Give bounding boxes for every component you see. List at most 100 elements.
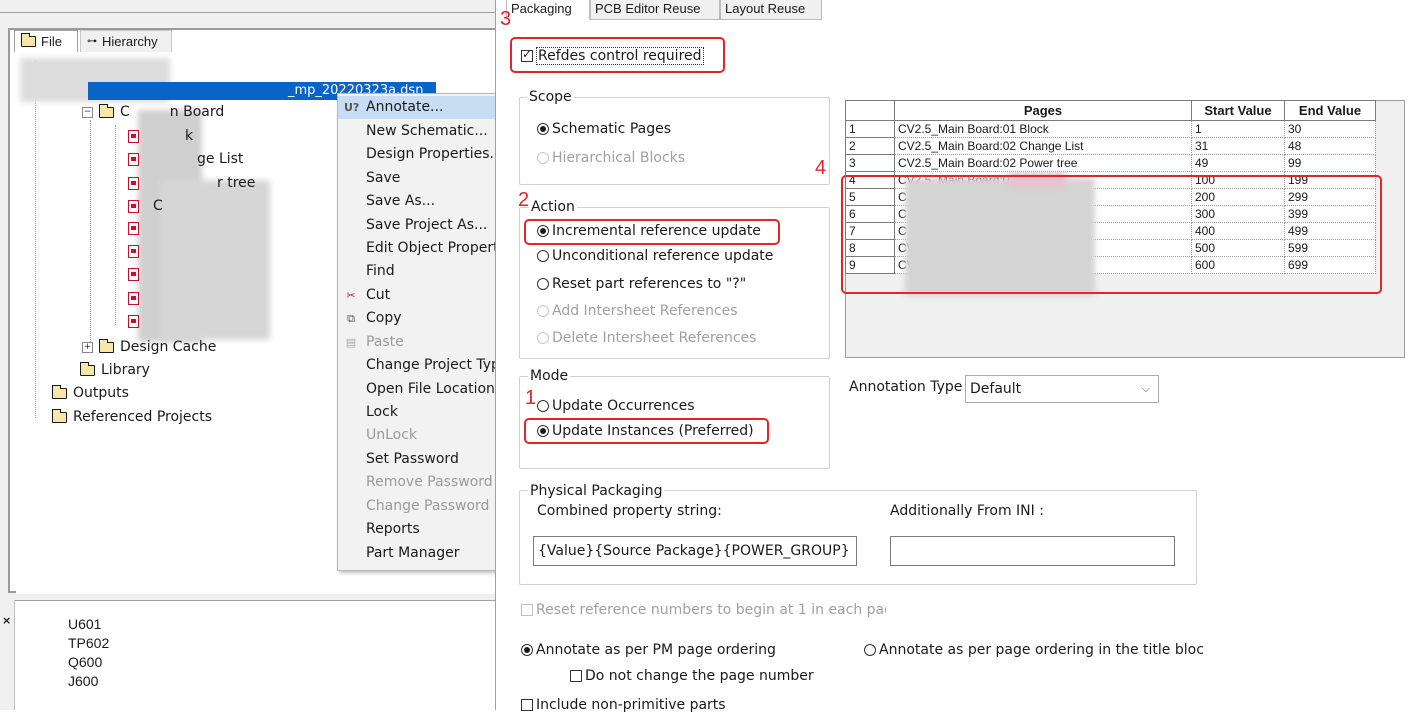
- combined-property-label: Combined property string:: [537, 503, 722, 519]
- menu-copy[interactable]: ⧉ Copy: [338, 307, 496, 330]
- menu-remove-password[interactable]: Remove Password: [338, 471, 496, 494]
- schematic-page-icon: [128, 129, 139, 143]
- include-nonprimitive-checkbox[interactable]: Include non-primitive parts: [521, 697, 726, 713]
- page-cell[interactable]: CV2.5_Main Board:02 Change List: [894, 137, 1192, 155]
- radio-reset-references[interactable]: Reset part references to "?": [537, 276, 746, 292]
- tree-page-node[interactable]: r tree: [128, 175, 255, 191]
- radio-pm-ordering[interactable]: Annotate as per PM page ordering: [521, 642, 776, 658]
- radio-dot[interactable]: [537, 123, 549, 135]
- physical-packaging-title: Physical Packaging: [528, 483, 665, 499]
- radio-dot[interactable]: [521, 644, 533, 656]
- tree-page-node[interactable]: [128, 245, 139, 258]
- annotation-type-select[interactable]: Default ⌵: [965, 375, 1159, 403]
- header-cell-pages[interactable]: Pages: [894, 100, 1192, 121]
- chevron-down-icon: ⌵: [1141, 382, 1150, 395]
- menu-design-properties[interactable]: Design Properties...: [338, 143, 496, 166]
- menu-save-project-as[interactable]: Save Project As...: [338, 214, 496, 237]
- radio-label: Update Occurrences: [552, 398, 695, 414]
- menu-change-project-type[interactable]: Change Project Type: [338, 354, 496, 377]
- tree-referenced-projects[interactable]: Referenced Projects: [51, 408, 212, 425]
- table-header-row: Pages Start Value End Value: [845, 100, 1376, 121]
- header-cell-start[interactable]: Start Value: [1191, 100, 1285, 121]
- tree-design-cache[interactable]: + Design Cache: [82, 338, 217, 355]
- radio-dot[interactable]: [537, 332, 549, 344]
- start-cell[interactable]: 1: [1191, 120, 1285, 138]
- design-cache-label: Design Cache: [120, 339, 217, 355]
- radio-dot[interactable]: [537, 250, 549, 262]
- expand-icon[interactable]: +: [82, 341, 93, 353]
- end-cell[interactable]: 30: [1284, 120, 1376, 138]
- radio-title-block-ordering[interactable]: Annotate as per page ordering in the tit…: [864, 642, 1204, 658]
- radio-update-occurrences[interactable]: Update Occurrences: [537, 398, 695, 414]
- menu-label: Part Manager: [366, 545, 460, 561]
- menu-part-manager[interactable]: Part Manager: [338, 542, 496, 565]
- output-line: J600: [68, 673, 99, 689]
- redacted-area: [160, 180, 270, 340]
- menu-paste[interactable]: ▤ Paste: [338, 331, 496, 354]
- tree-outputs[interactable]: Outputs: [51, 384, 129, 401]
- menu-cut[interactable]: ✂ Cut: [338, 284, 496, 307]
- menu-set-password[interactable]: Set Password: [338, 448, 496, 471]
- radio-schematic-pages[interactable]: Schematic Pages: [537, 121, 671, 137]
- tree-page-node[interactable]: [128, 292, 139, 305]
- radio-dot[interactable]: [537, 305, 549, 317]
- menu-save-as[interactable]: Save As...: [338, 190, 496, 213]
- checkbox-box[interactable]: [521, 699, 533, 711]
- start-cell[interactable]: 31: [1191, 137, 1285, 155]
- table-row[interactable]: 2 CV2.5_Main Board:02 Change List 31 48: [845, 137, 1376, 155]
- schematic-page-icon: [128, 152, 139, 166]
- radio-hierarchical-blocks[interactable]: Hierarchical Blocks: [537, 150, 685, 166]
- radio-dot[interactable]: [537, 152, 549, 164]
- folder-icon: [79, 361, 95, 376]
- radio-dot[interactable]: [864, 644, 876, 656]
- tree-library[interactable]: Library: [79, 361, 150, 378]
- checkbox-box[interactable]: [521, 604, 533, 616]
- menu-save[interactable]: Save: [338, 167, 496, 190]
- start-cell[interactable]: 49: [1191, 154, 1285, 172]
- tree-page-node[interactable]: ge List: [128, 151, 243, 167]
- menu-label: Set Password: [366, 451, 459, 467]
- end-cell[interactable]: 48: [1284, 137, 1376, 155]
- radio-dot[interactable]: [537, 400, 549, 412]
- radio-unconditional-update[interactable]: Unconditional reference update: [537, 248, 773, 264]
- page-cell[interactable]: CV2.5_Main Board:02 Power tree: [894, 154, 1192, 172]
- radio-dot[interactable]: [537, 278, 549, 290]
- menu-find[interactable]: Find: [338, 260, 496, 283]
- ini-input[interactable]: [890, 536, 1175, 566]
- page-cell[interactable]: CV2.5_Main Board:01 Block: [894, 120, 1192, 138]
- menu-edit-object-properties[interactable]: Edit Object Properties: [338, 237, 496, 260]
- tab-pcb-editor-reuse[interactable]: PCB Editor Reuse: [590, 0, 720, 20]
- menu-lock[interactable]: Lock: [338, 401, 496, 424]
- menu-change-password[interactable]: Change Password: [338, 495, 496, 518]
- no-change-page-checkbox[interactable]: Do not change the page number: [570, 668, 814, 684]
- folder-icon: [98, 338, 114, 353]
- radio-delete-intersheet[interactable]: Delete Intersheet References: [537, 330, 756, 346]
- tab-layout-reuse[interactable]: Layout Reuse: [720, 0, 822, 20]
- menu-open-file-location[interactable]: Open File Location: [338, 378, 496, 401]
- tree-board-node[interactable]: − C n Board: [82, 103, 224, 120]
- table-row[interactable]: 3 CV2.5_Main Board:02 Power tree 49 99: [845, 154, 1376, 172]
- tab-hierarchy[interactable]: ⊶ Hierarchy: [80, 30, 172, 52]
- menu-label: Save As...: [366, 193, 436, 209]
- header-cell-end[interactable]: End Value: [1284, 100, 1376, 121]
- close-icon[interactable]: ×: [2, 614, 11, 627]
- reset-numbers-checkbox[interactable]: Reset reference numbers to begin at 1 in…: [521, 602, 886, 618]
- folder-icon: [51, 408, 67, 423]
- tree-page-node[interactable]: [128, 268, 139, 281]
- radio-add-intersheet[interactable]: Add Intersheet References: [537, 303, 738, 319]
- menu-new-schematic[interactable]: New Schematic...: [338, 120, 496, 143]
- table-row[interactable]: 1 CV2.5_Main Board:01 Block 1 30: [845, 120, 1376, 138]
- menu-unlock[interactable]: UnLock: [338, 424, 496, 447]
- combined-property-input[interactable]: {Value}{Source Package}{POWER_GROUP}: [533, 536, 857, 566]
- end-cell[interactable]: 99: [1284, 154, 1376, 172]
- checkbox-box[interactable]: [570, 670, 582, 682]
- tree-page-node[interactable]: [128, 222, 139, 235]
- tree-page-node[interactable]: C: [128, 198, 163, 214]
- collapse-icon[interactable]: −: [82, 106, 93, 118]
- tree-page-node[interactable]: [128, 315, 139, 328]
- menu-annotate[interactable]: U? Annotate...: [338, 96, 496, 119]
- tree-page-node[interactable]: k: [128, 128, 193, 144]
- tab-packaging[interactable]: Packaging: [506, 0, 590, 20]
- tab-file[interactable]: File: [14, 30, 78, 52]
- menu-reports[interactable]: Reports: [338, 518, 496, 541]
